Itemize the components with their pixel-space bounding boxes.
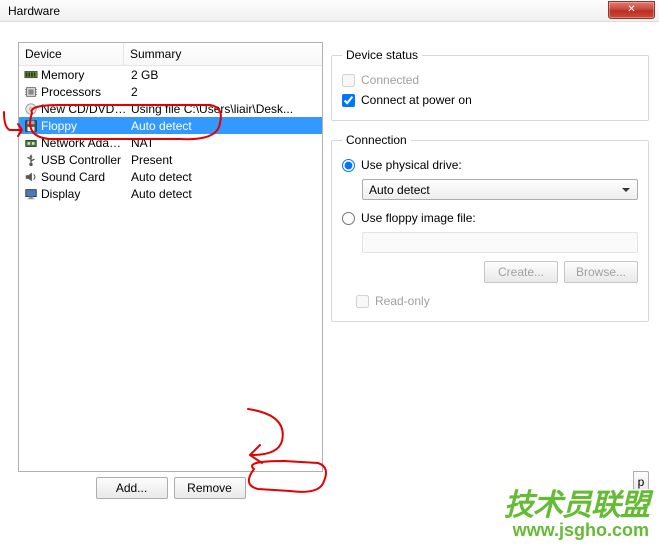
device-summary: Auto detect bbox=[127, 187, 322, 201]
device-status-legend: Device status bbox=[342, 48, 422, 62]
use-physical-radio[interactable] bbox=[342, 159, 355, 172]
device-summary: Auto detect bbox=[127, 119, 322, 133]
device-name: Processors bbox=[41, 85, 127, 99]
remove-button[interactable]: Remove bbox=[174, 477, 246, 499]
device-name: New CD/DVD (... bbox=[41, 102, 127, 116]
column-header-device[interactable]: Device bbox=[19, 43, 124, 65]
connect-poweron-checkbox-row[interactable]: Connect at power on bbox=[342, 90, 638, 110]
device-status-group: Device status Connected Connect at power… bbox=[331, 48, 649, 121]
use-image-radio-row[interactable]: Use floppy image file: bbox=[342, 208, 638, 228]
connected-label: Connected bbox=[361, 73, 419, 87]
connect-poweron-label: Connect at power on bbox=[361, 93, 472, 107]
cpu-icon bbox=[23, 84, 39, 100]
readonly-label: Read-only bbox=[375, 294, 430, 308]
device-row[interactable]: New CD/DVD (...Using file C:\Users\liair… bbox=[19, 100, 322, 117]
floppy-icon bbox=[23, 118, 39, 134]
list-header: Device Summary bbox=[19, 43, 322, 66]
device-row[interactable]: USB ControllerPresent bbox=[19, 151, 322, 168]
sound-icon bbox=[23, 169, 39, 185]
image-path-input bbox=[362, 232, 638, 253]
chevron-down-icon bbox=[619, 183, 633, 197]
column-header-summary[interactable]: Summary bbox=[124, 43, 322, 66]
close-button[interactable]: ✕ bbox=[608, 1, 655, 19]
window-title-text: Hardware bbox=[8, 4, 60, 18]
usb-icon bbox=[23, 152, 39, 168]
watermark-line1: 技术员联盟 bbox=[504, 480, 649, 524]
device-summary: Present bbox=[127, 153, 322, 167]
memory-icon bbox=[23, 67, 39, 83]
device-row[interactable]: Network AdapterNAT bbox=[19, 134, 322, 151]
device-list-panel: Device Summary Memory2 GBProcessors2New … bbox=[18, 42, 323, 472]
use-image-label: Use floppy image file: bbox=[361, 211, 476, 225]
use-physical-label: Use physical drive: bbox=[361, 158, 462, 172]
create-button: Create... bbox=[484, 261, 558, 283]
readonly-checkbox-row: Read-only bbox=[356, 291, 638, 311]
device-name: Network Adapter bbox=[41, 136, 127, 150]
readonly-checkbox bbox=[356, 295, 369, 308]
network-icon bbox=[23, 135, 39, 151]
connected-checkbox bbox=[342, 74, 355, 87]
device-row[interactable]: Memory2 GB bbox=[19, 66, 322, 83]
device-summary: NAT bbox=[127, 136, 322, 150]
use-physical-radio-row[interactable]: Use physical drive: bbox=[342, 155, 638, 175]
connected-checkbox-row: Connected bbox=[342, 70, 638, 90]
device-name: Display bbox=[41, 187, 127, 201]
device-summary: Auto detect bbox=[127, 170, 322, 184]
device-summary: Using file C:\Users\liair\Desk... bbox=[127, 102, 322, 116]
connection-legend: Connection bbox=[342, 133, 411, 147]
settings-panel: Device status Connected Connect at power… bbox=[331, 42, 649, 532]
display-icon bbox=[23, 186, 39, 202]
window-titlebar: Hardware ✕ bbox=[0, 0, 659, 22]
device-name: Memory bbox=[41, 68, 127, 82]
connect-poweron-checkbox[interactable] bbox=[342, 94, 355, 107]
device-row[interactable]: Processors2 bbox=[19, 83, 322, 100]
physical-drive-value: Auto detect bbox=[369, 183, 430, 197]
device-summary: 2 GB bbox=[127, 68, 322, 82]
physical-drive-select[interactable]: Auto detect bbox=[362, 179, 638, 200]
add-button[interactable]: Add... bbox=[96, 477, 168, 499]
browse-button: Browse... bbox=[564, 261, 638, 283]
device-summary: 2 bbox=[127, 85, 322, 99]
device-name: Sound Card bbox=[41, 170, 127, 184]
device-name: Floppy bbox=[41, 119, 127, 133]
use-image-radio[interactable] bbox=[342, 212, 355, 225]
device-name: USB Controller bbox=[41, 153, 127, 167]
device-row[interactable]: Sound CardAuto detect bbox=[19, 168, 322, 185]
watermark-line2: www.jsgho.com bbox=[504, 520, 649, 541]
device-row[interactable]: FloppyAuto detect bbox=[19, 117, 322, 134]
watermark: 技术员联盟 www.jsgho.com bbox=[504, 480, 649, 541]
disc-icon bbox=[23, 101, 39, 117]
device-row[interactable]: DisplayAuto detect bbox=[19, 185, 322, 202]
connection-group: Connection Use physical drive: Auto dete… bbox=[331, 133, 649, 322]
device-list[interactable]: Memory2 GBProcessors2New CD/DVD (...Usin… bbox=[19, 66, 322, 471]
